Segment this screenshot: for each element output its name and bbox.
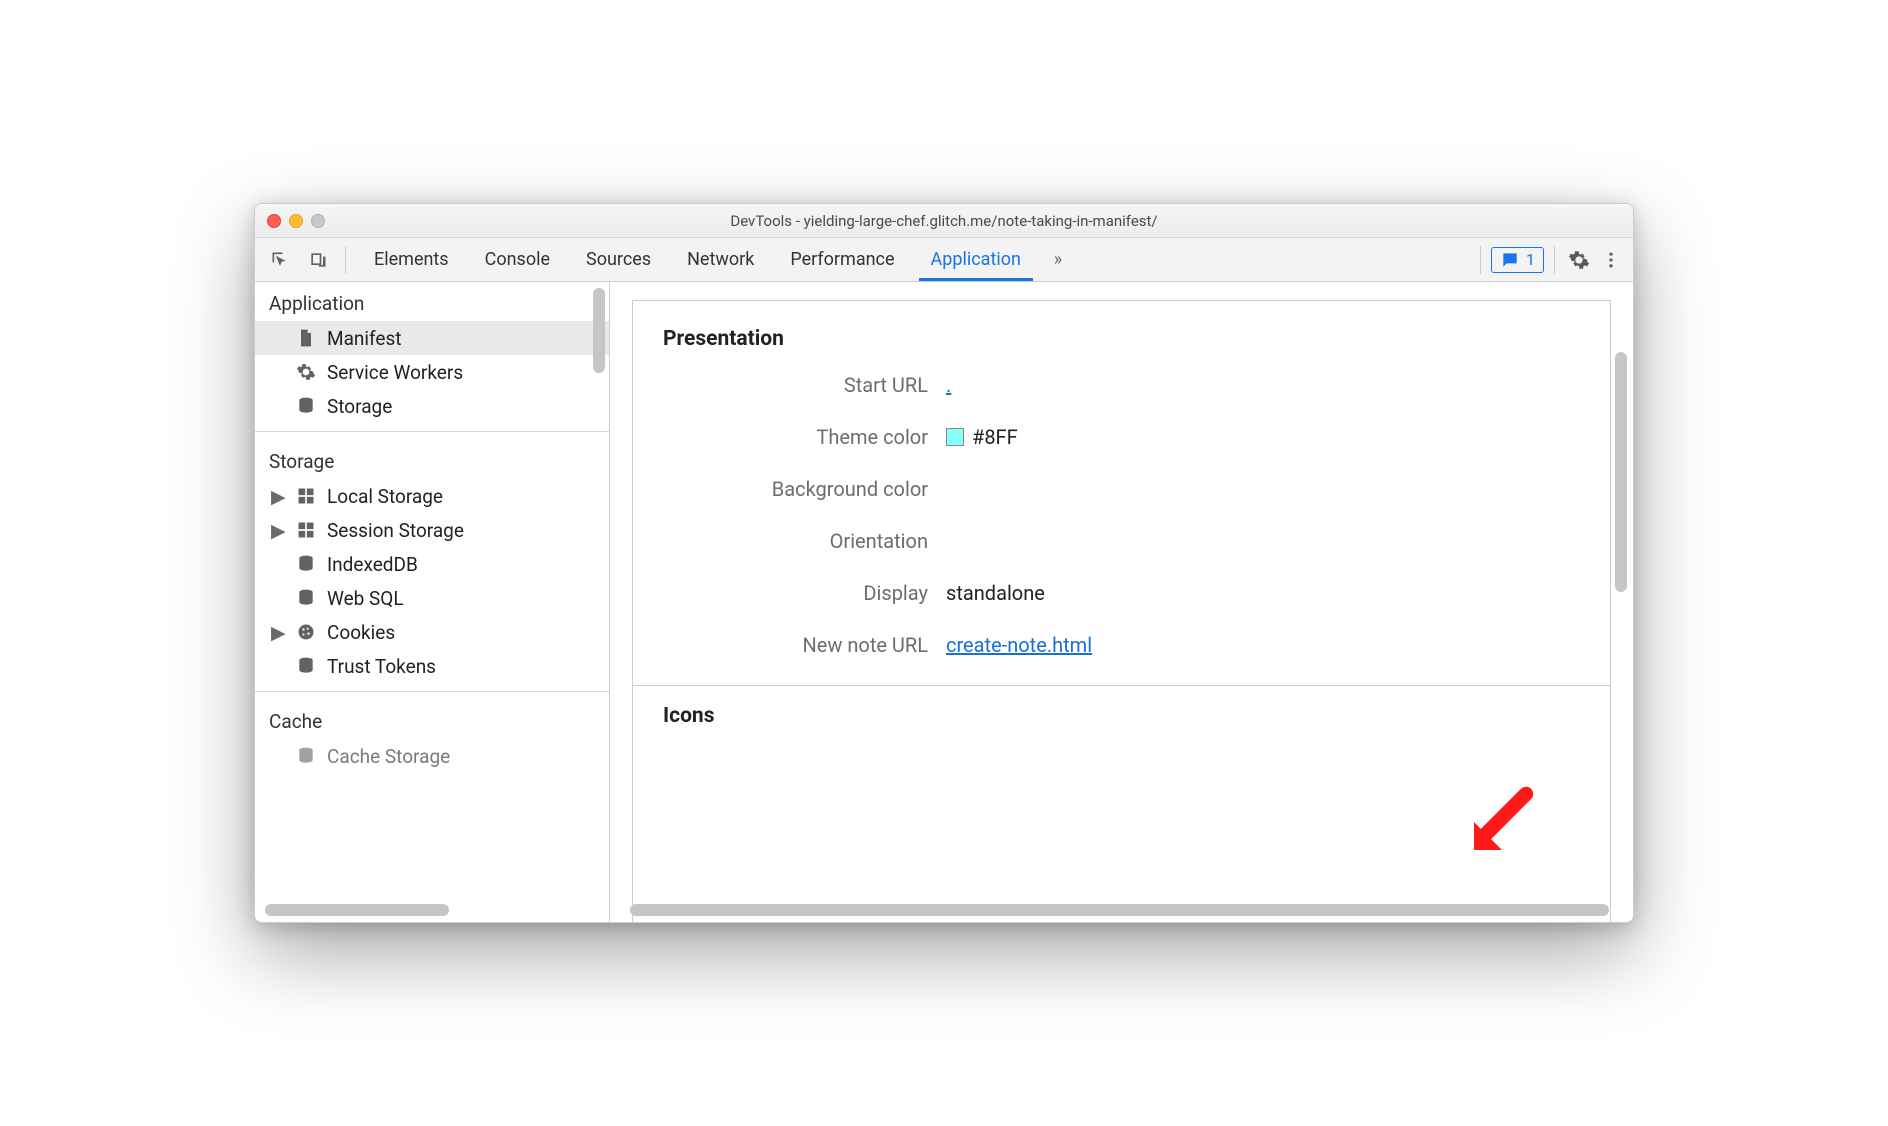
content-horizontal-scrollbar[interactable] xyxy=(630,904,1609,916)
panel-tabs: Elements Console Sources Network Perform… xyxy=(356,238,1039,281)
expand-arrow-icon[interactable]: ▶ xyxy=(271,519,285,542)
minimize-window-button[interactable] xyxy=(289,214,303,228)
sidebar-horizontal-scrollbar[interactable] xyxy=(265,904,449,916)
database-icon xyxy=(295,396,317,416)
sidebar-item-label: Manifest xyxy=(327,327,402,350)
titlebar: DevTools - yielding-large-chef.glitch.me… xyxy=(255,204,1633,238)
sidebar-item-label: Trust Tokens xyxy=(327,655,436,678)
tab-sources[interactable]: Sources xyxy=(568,238,669,281)
sidebar-item-label: Session Storage xyxy=(327,519,464,542)
devtools-toolbar: Elements Console Sources Network Perform… xyxy=(255,238,1633,282)
more-options-button[interactable] xyxy=(1597,250,1625,270)
grid-icon xyxy=(295,520,317,540)
main-area: Application ▶ Manifest ▶ Service Workers… xyxy=(255,282,1633,922)
toolbar-separator xyxy=(1480,246,1481,274)
presentation-section: Presentation Start URL . Theme color #8F… xyxy=(632,300,1611,922)
field-label: New note URL xyxy=(663,633,928,657)
field-label: Start URL xyxy=(663,373,928,397)
sidebar-scrollbar[interactable] xyxy=(593,288,605,373)
field-start-url: Start URL . xyxy=(663,373,1580,397)
field-label: Theme color xyxy=(663,425,928,449)
tab-performance[interactable]: Performance xyxy=(772,238,912,281)
database-icon xyxy=(295,746,317,766)
more-tabs-button[interactable]: » xyxy=(1043,249,1073,270)
sidebar-group-storage: Storage xyxy=(255,440,609,479)
sidebar-divider xyxy=(255,431,609,432)
database-icon xyxy=(295,588,317,608)
sidebar-item-label: Web SQL xyxy=(327,587,404,610)
sidebar-item-label: Cache Storage xyxy=(327,745,450,768)
sidebar-item-manifest[interactable]: ▶ Manifest xyxy=(255,321,609,355)
sidebar-item-session-storage[interactable]: ▶ Session Storage xyxy=(255,513,609,547)
database-icon xyxy=(295,554,317,574)
sidebar-divider xyxy=(255,691,609,692)
sidebar-item-label: IndexedDB xyxy=(327,553,418,576)
theme-color-value: #8FF xyxy=(972,425,1018,449)
toolbar-separator xyxy=(1554,246,1555,274)
sidebar-item-storage-top[interactable]: ▶ Storage xyxy=(255,389,609,423)
database-icon xyxy=(295,656,317,676)
manifest-panel: Presentation Start URL . Theme color #8F… xyxy=(610,282,1633,922)
sidebar-group-application: Application xyxy=(255,282,609,321)
traffic-lights xyxy=(267,214,325,228)
sidebar-item-websql[interactable]: ▶ Web SQL xyxy=(255,581,609,615)
sidebar-item-label: Local Storage xyxy=(327,485,443,508)
field-theme-color: Theme color #8FF xyxy=(663,425,1580,449)
close-window-button[interactable] xyxy=(267,214,281,228)
sidebar-item-cookies[interactable]: ▶ Cookies xyxy=(255,615,609,649)
sidebar-item-trust-tokens[interactable]: ▶ Trust Tokens xyxy=(255,649,609,683)
tab-application[interactable]: Application xyxy=(913,238,1039,281)
inspect-element-button[interactable] xyxy=(263,243,297,277)
zoom-window-button[interactable] xyxy=(311,214,325,228)
settings-button[interactable] xyxy=(1565,249,1593,271)
sidebar-item-label: Service Workers xyxy=(327,361,463,384)
issues-count: 1 xyxy=(1526,250,1535,269)
expand-arrow-icon[interactable]: ▶ xyxy=(271,485,285,508)
cookie-icon xyxy=(295,622,317,642)
start-url-link[interactable]: . xyxy=(946,373,951,397)
field-display: Display standalone xyxy=(663,581,1580,605)
section-heading: Presentation xyxy=(663,327,1580,351)
color-swatch xyxy=(946,428,964,446)
field-label: Background color xyxy=(663,477,928,501)
sidebar-item-local-storage[interactable]: ▶ Local Storage xyxy=(255,479,609,513)
sidebar-group-cache: Cache xyxy=(255,700,609,739)
tab-network[interactable]: Network xyxy=(669,238,772,281)
document-icon xyxy=(295,328,317,348)
device-toolbar-button[interactable] xyxy=(301,243,335,277)
field-background-color: Background color xyxy=(663,477,1580,501)
window-title: DevTools - yielding-large-chef.glitch.me… xyxy=(255,212,1633,230)
display-value: standalone xyxy=(946,581,1045,605)
field-new-note-url: New note URL create-note.html xyxy=(663,633,1580,657)
field-orientation: Orientation xyxy=(663,529,1580,553)
devtools-window: DevTools - yielding-large-chef.glitch.me… xyxy=(254,203,1634,923)
sidebar-item-label: Storage xyxy=(327,395,392,418)
issues-badge[interactable]: 1 xyxy=(1491,247,1544,273)
new-note-url-link[interactable]: create-note.html xyxy=(946,633,1092,657)
tab-console[interactable]: Console xyxy=(467,238,568,281)
toolbar-separator xyxy=(345,246,346,274)
sidebar-item-cache-storage[interactable]: ▶ Cache Storage xyxy=(255,739,609,773)
sidebar-item-service-workers[interactable]: ▶ Service Workers xyxy=(255,355,609,389)
grid-icon xyxy=(295,486,317,506)
sidebar-item-label: Cookies xyxy=(327,621,395,644)
tab-elements[interactable]: Elements xyxy=(356,238,467,281)
application-sidebar: Application ▶ Manifest ▶ Service Workers… xyxy=(255,282,610,922)
gear-icon xyxy=(295,362,317,382)
expand-arrow-icon[interactable]: ▶ xyxy=(271,621,285,644)
field-label: Display xyxy=(663,581,928,605)
sidebar-item-indexeddb[interactable]: ▶ IndexedDB xyxy=(255,547,609,581)
content-vertical-scrollbar[interactable] xyxy=(1615,352,1627,592)
field-label: Orientation xyxy=(663,529,928,553)
section-heading-icons: Icons xyxy=(663,704,1580,728)
